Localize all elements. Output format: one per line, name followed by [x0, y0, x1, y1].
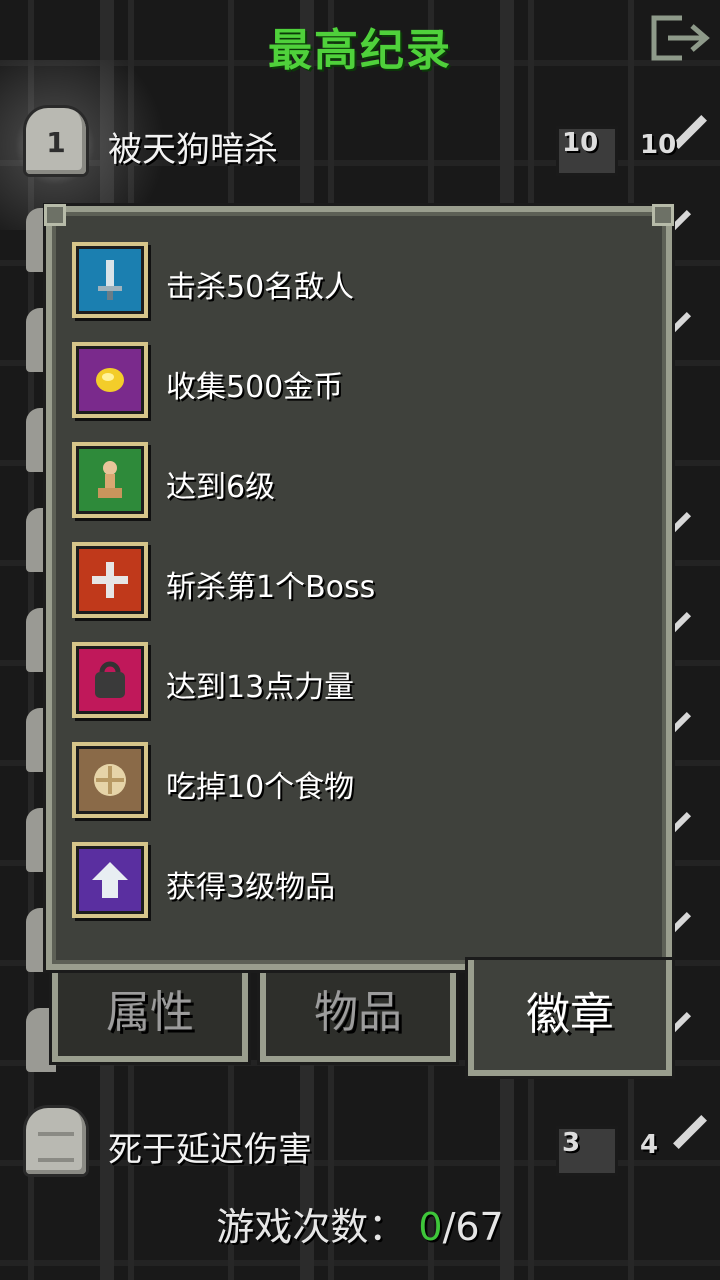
badge-label: 达到13点力量: [166, 670, 355, 705]
record-row[interactable]: 死于延迟伤害 3 4: [0, 1108, 720, 1178]
games-played-counter: 游戏次数： 0/67: [0, 1196, 720, 1251]
games-played-label: 游戏次数：: [216, 1205, 407, 1249]
record-depth: 10: [640, 130, 677, 160]
badge-frame: [72, 342, 148, 418]
depth-indicator: 4: [628, 1108, 707, 1174]
badge-item[interactable]: 斩杀第1个Boss: [72, 542, 632, 622]
panel-corner: [44, 204, 66, 226]
record-rank: 1: [46, 126, 66, 159]
food-badge-icon: [94, 764, 126, 796]
badge-label: 斩杀第1个Boss: [166, 570, 376, 605]
badge-item[interactable]: 达到13点力量: [72, 642, 632, 722]
badge-frame: [72, 242, 148, 318]
depth-indicator: 10: [628, 108, 707, 174]
games-played-current: 0: [418, 1205, 443, 1249]
badge-frame: [72, 742, 148, 818]
badge-item[interactable]: 吃掉10个食物: [72, 742, 632, 822]
gold-coin-badge-icon: [96, 368, 124, 392]
sword-badge-icon: [98, 260, 122, 300]
page-title: 最高纪录: [268, 25, 452, 76]
badge-frame: [72, 842, 148, 918]
tab-badges[interactable]: 徽章: [468, 960, 672, 1076]
weight-badge-icon: [95, 661, 125, 698]
tab-attributes[interactable]: 属性: [52, 960, 248, 1062]
badge-item[interactable]: 击杀50名敌人: [72, 242, 632, 322]
badge-item[interactable]: 达到6级: [72, 442, 632, 522]
badge-item[interactable]: 获得3级物品: [72, 842, 632, 922]
upgrade-arrow-badge-icon: [92, 862, 128, 898]
badge-label: 击杀50名敌人: [166, 270, 355, 305]
tombstone-icon: [26, 1108, 86, 1174]
badge-label: 吃掉10个食物: [166, 770, 355, 805]
tab-items-label: 物品: [314, 987, 402, 1038]
record-row[interactable]: 1 被天狗暗杀 10 10: [0, 108, 720, 178]
games-played-total: /67: [442, 1205, 504, 1249]
record-level: 3: [562, 1128, 581, 1158]
tab-attributes-label: 属性: [106, 987, 194, 1038]
record-text: 被天狗暗杀: [108, 130, 278, 170]
badge-frame: [72, 542, 148, 618]
record-text: 死于延迟伤害: [108, 1130, 312, 1170]
exit-icon[interactable]: [650, 14, 712, 62]
level-indicator: 3: [550, 1108, 618, 1176]
badge-frame: [72, 442, 148, 518]
chess-pawn-badge-icon: [98, 461, 122, 498]
badge-label: 达到6级: [166, 470, 276, 505]
badge-label: 获得3级物品: [166, 870, 336, 905]
panel-corner: [652, 204, 674, 226]
badge-item[interactable]: 收集500金币: [72, 342, 632, 422]
record-level: 10: [562, 128, 599, 158]
tab-items[interactable]: 物品: [260, 960, 456, 1062]
sword-icon: [673, 115, 707, 149]
record-depth: 4: [640, 1130, 659, 1160]
tab-badges-label: 徽章: [526, 989, 614, 1040]
badge-label: 收集500金币: [166, 370, 344, 405]
level-indicator: 10: [550, 108, 618, 176]
cross-badge-icon: [92, 562, 128, 598]
badge-frame: [72, 642, 148, 718]
tombstone-icon: 1: [26, 108, 86, 174]
sword-icon: [673, 1115, 707, 1149]
